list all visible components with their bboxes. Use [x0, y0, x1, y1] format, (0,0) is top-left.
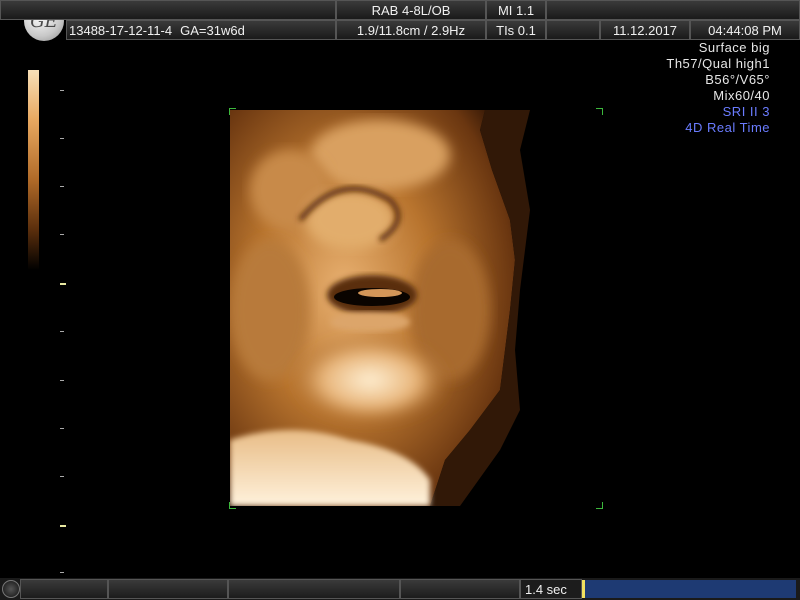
exam-date: 11.12.2017	[600, 20, 690, 40]
exam-time: 04:44:08 PM	[690, 20, 800, 40]
roi-corner-bl	[229, 502, 236, 509]
param-line: Th57/Qual high1	[666, 56, 770, 71]
color-map-bar	[28, 70, 39, 270]
toolbar-segment[interactable]	[108, 579, 228, 599]
header-left-blank	[0, 0, 336, 20]
depth-tick	[60, 380, 64, 381]
depth-tick-major	[60, 283, 66, 285]
toolbar-segment[interactable]	[400, 579, 520, 599]
menu-knob-icon[interactable]	[2, 580, 20, 598]
depth-tick	[60, 428, 64, 429]
probe-label: RAB 4-8L/OB	[336, 0, 486, 20]
depth-tick-major	[60, 525, 66, 527]
gestational-age: GA=31w6d	[180, 22, 245, 38]
toolbar-segment[interactable]	[20, 579, 108, 599]
depth-frequency: 1.9/11.8cm / 2.9Hz	[336, 20, 486, 40]
depth-tick	[60, 476, 64, 477]
fetal-face-3d-render	[230, 110, 530, 506]
acquisition-params: Surface big Th57/Qual high1 B56°/V65° Mi…	[666, 40, 770, 136]
roi-corner-tl	[229, 108, 236, 115]
cine-progress-bar[interactable]	[582, 580, 796, 598]
cine-duration: 1.4 sec	[520, 579, 582, 599]
depth-tick	[60, 331, 64, 332]
mi-label: MI 1.1	[486, 0, 546, 20]
cine-cursor[interactable]	[582, 580, 585, 598]
header-gap	[546, 20, 600, 40]
header-right-blank	[546, 0, 800, 20]
depth-tick	[60, 138, 64, 139]
roi-corner-br	[596, 502, 603, 509]
depth-tick	[60, 90, 64, 91]
patient-id: 13488-17-12-11-4	[69, 22, 173, 38]
toolbar-segment[interactable]	[228, 579, 400, 599]
tis-label: TIs 0.1	[486, 20, 546, 40]
depth-tick	[60, 186, 64, 187]
depth-tick	[60, 572, 64, 573]
param-line-blue: 4D Real Time	[685, 120, 770, 135]
param-line: Mix60/40	[713, 88, 770, 103]
ultrasound-3d-render[interactable]	[230, 110, 600, 506]
depth-tick	[60, 234, 64, 235]
patient-id-bar: 13488-17-12-11-4 GA=31w6d	[66, 20, 336, 40]
roi-corner-tr	[596, 108, 603, 115]
param-line: B56°/V65°	[705, 72, 770, 87]
param-line-blue: SRI II 3	[722, 104, 770, 119]
param-line: Surface big	[698, 40, 770, 55]
